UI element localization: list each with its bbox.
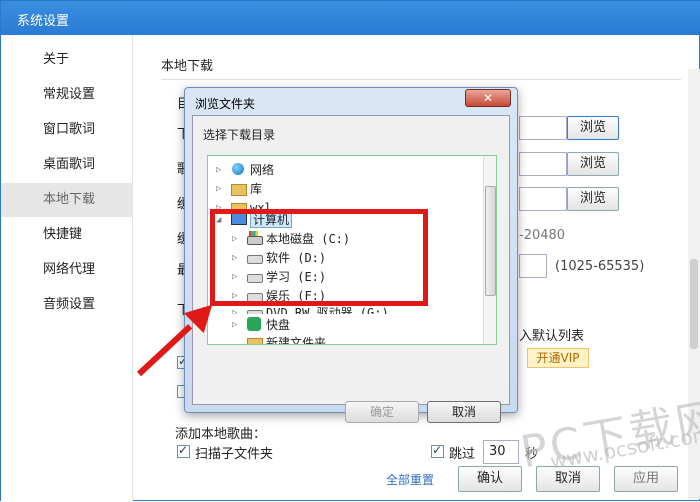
tree-node-library[interactable]: ▷ 库 xyxy=(216,180,262,198)
download-path-input[interactable] xyxy=(519,116,567,140)
tree-node-user[interactable]: ▷ wxl xyxy=(216,199,272,209)
add-local-songs-label: 添加本地歌曲： xyxy=(175,427,267,442)
skip-label: 跳过 xyxy=(449,447,476,462)
dialog-ok-button[interactable]: 确定 xyxy=(345,401,419,423)
tree-node-label: DVD RW 驱动器 (G:) xyxy=(266,306,389,314)
tree-scrollbar-thumb[interactable] xyxy=(485,186,496,296)
expand-arrow-icon[interactable]: ▷ xyxy=(232,316,242,334)
tree-node-network[interactable]: ▷ 网络 xyxy=(216,161,274,179)
reset-all-link[interactable]: 全部重置 xyxy=(386,471,434,488)
expand-arrow-icon[interactable]: ▷ xyxy=(216,161,226,179)
lyrics-path-input[interactable] xyxy=(519,152,567,176)
section-divider xyxy=(161,79,681,80)
dialog-prompt: 选择下载目录 xyxy=(203,128,276,142)
sidebar-item-proxy[interactable]: 网络代理 xyxy=(1,253,132,287)
dialog-cancel-button[interactable]: 取消 xyxy=(427,401,501,423)
highlight-box xyxy=(210,209,428,306)
tree-node-label: 网络 xyxy=(250,163,275,177)
skip-checkbox[interactable] xyxy=(431,443,444,458)
user-folder-icon xyxy=(230,200,247,209)
sidebar-item-shortcuts[interactable]: 快捷键 xyxy=(1,218,132,252)
browse-lyrics-button[interactable]: 浏览 xyxy=(567,152,619,176)
vip-badge[interactable]: 开通VIP xyxy=(527,348,589,368)
folder-icon xyxy=(246,335,263,344)
expand-arrow-icon[interactable]: ▷ xyxy=(216,199,226,209)
dialog-title: 浏览文件夹 xyxy=(195,97,256,111)
tree-node-label: 新建文件夹 xyxy=(266,336,327,344)
network-icon xyxy=(230,162,246,176)
kuaipan-icon xyxy=(246,317,262,331)
sidebar-item-local-download[interactable]: 本地下载 xyxy=(1,183,132,217)
port-range-hint: (1025-65535) xyxy=(555,259,645,274)
tree-node-kuaipan[interactable]: ▷ 快盘 xyxy=(232,316,290,334)
port-input[interactable] xyxy=(519,254,547,278)
tree-node-label: 快盘 xyxy=(266,318,291,332)
cache-path-input[interactable] xyxy=(519,187,567,211)
sidebar-item-desktop-lyrics[interactable]: 桌面歌词 xyxy=(1,148,132,182)
tree-scrollbar[interactable] xyxy=(483,156,496,344)
add-default-list-text: 入默认列表 xyxy=(519,329,585,344)
title-bar: 系统设置 xyxy=(1,1,700,35)
tree-node-new-folder[interactable]: 新建文件夹 xyxy=(232,334,326,344)
section-title: 本地下载 xyxy=(161,59,214,74)
dialog-close-button[interactable]: ✕ xyxy=(465,89,511,107)
window-title: 系统设置 xyxy=(17,14,70,29)
dvd-drive-icon xyxy=(246,305,263,314)
tree-node-label: 库 xyxy=(250,182,263,196)
sidebar-item-audio[interactable]: 音频设置 xyxy=(1,288,132,322)
scan-subfolders-checkbox[interactable] xyxy=(177,443,190,458)
skip-seconds-input[interactable]: 30 xyxy=(483,440,519,464)
apply-button[interactable]: 应用 xyxy=(614,466,678,492)
expand-arrow-icon[interactable]: ▷ xyxy=(216,180,226,198)
scan-subfolders-label: 扫描子文件夹 xyxy=(195,447,274,462)
settings-sidebar: 关于 常规设置 窗口歌词 桌面歌词 本地下载 快捷键 网络代理 音频设置 xyxy=(1,35,133,502)
library-icon xyxy=(230,181,247,196)
confirm-button[interactable]: 确认 xyxy=(458,466,522,492)
settings-window: 系统设置 关于 常规设置 窗口歌词 桌面歌词 本地下载 快捷键 网络代理 音频设… xyxy=(0,0,700,502)
sidebar-item-about[interactable]: 关于 xyxy=(1,43,132,77)
sidebar-item-window-lyrics[interactable]: 窗口歌词 xyxy=(1,113,132,147)
tree-node-label: wxl xyxy=(250,201,272,209)
cache-size-hint: -20480 xyxy=(519,228,566,243)
sidebar-item-general[interactable]: 常规设置 xyxy=(1,78,132,112)
browse-cache-button[interactable]: 浏览 xyxy=(567,187,619,211)
browse-download-button[interactable]: 浏览 xyxy=(567,116,619,140)
settings-scrollbar-thumb[interactable] xyxy=(690,259,698,349)
